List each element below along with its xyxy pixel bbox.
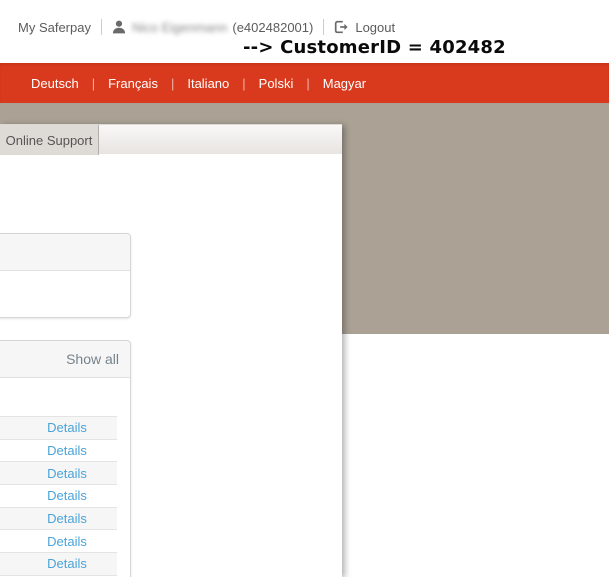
language-link-francais[interactable]: Français [108, 76, 158, 91]
language-link-deutsch[interactable]: Deutsch [31, 76, 79, 91]
page: My Saferpay Nico Eigenmann (e402482001) [0, 0, 609, 577]
support-card-header [0, 234, 130, 271]
table-row: Details [0, 552, 117, 575]
divider: | [92, 76, 95, 91]
divider [101, 19, 102, 35]
table-row: Details [0, 461, 117, 484]
details-link[interactable]: Details [17, 511, 117, 526]
divider: | [171, 76, 174, 91]
my-saferpay-link[interactable]: My Saferpay [18, 20, 91, 35]
user-account-menu[interactable]: Nico Eigenmann (e402482001) [112, 20, 313, 35]
logout-button[interactable]: Logout [334, 20, 395, 35]
table-row: Details [0, 416, 117, 439]
table-row: Details [0, 439, 117, 462]
table-row: Details [0, 507, 117, 530]
table-row: Details [0, 529, 117, 552]
details-link[interactable]: Details [17, 534, 117, 549]
language-link-polski[interactable]: Polski [259, 76, 294, 91]
language-link-italiano[interactable]: Italiano [187, 76, 229, 91]
tab-online-support[interactable]: Online Support [0, 125, 99, 155]
divider: | [242, 76, 245, 91]
tab-strip: Online Support [0, 124, 342, 154]
support-list-card: Show all Details Details Details Details… [0, 340, 131, 577]
details-link[interactable]: Details [17, 556, 117, 571]
details-link[interactable]: Details [17, 488, 117, 503]
support-list-header: Show all [0, 341, 130, 378]
online-support-panel: Online Support Show all Details Details … [0, 124, 342, 577]
logout-icon [334, 20, 349, 34]
customer-id-annotation: --> CustomerID = 402482 [243, 37, 506, 58]
person-icon [112, 20, 126, 34]
user-id: (e402482001) [232, 20, 313, 35]
user-name-redacted: Nico Eigenmann [132, 20, 227, 35]
details-link[interactable]: Details [17, 443, 117, 458]
details-link[interactable]: Details [17, 466, 117, 481]
show-all-link[interactable]: Show all [66, 351, 119, 367]
support-card [0, 233, 131, 318]
top-bar: My Saferpay Nico Eigenmann (e402482001) [0, 0, 609, 63]
details-link[interactable]: Details [17, 420, 117, 435]
language-bar: Deutsch | Français | Italiano | Polski |… [0, 63, 609, 103]
divider [323, 19, 324, 35]
table-row: Details [0, 484, 117, 507]
language-link-magyar[interactable]: Magyar [323, 76, 366, 91]
divider: | [306, 76, 309, 91]
support-items-table: Details Details Details Details Details … [0, 416, 117, 577]
logout-label: Logout [355, 20, 395, 35]
table-header-spacer [0, 378, 130, 416]
